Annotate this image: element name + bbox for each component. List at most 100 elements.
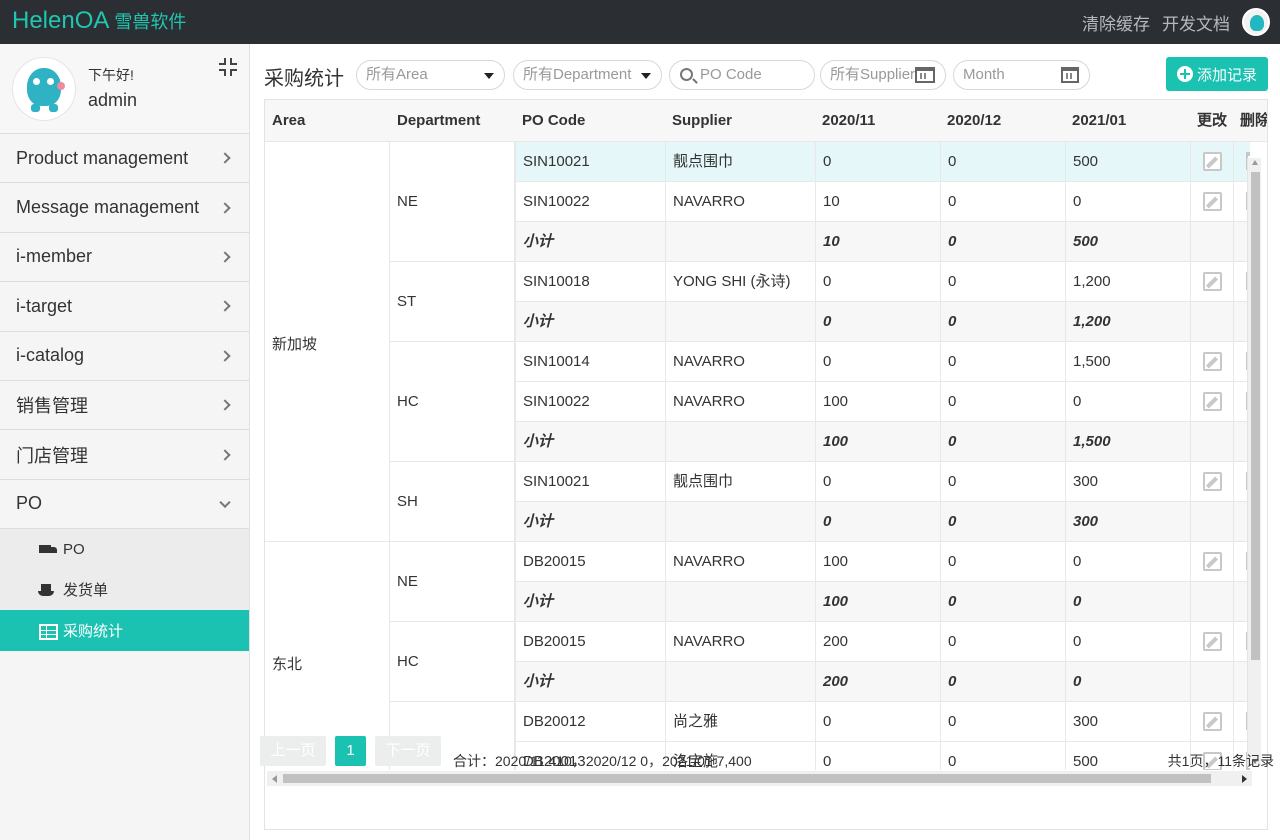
month-value-cell: 100 xyxy=(815,382,940,422)
po-code-cell: DB20012 xyxy=(515,702,665,742)
sidebar-item[interactable]: 销售管理 xyxy=(0,380,249,431)
po-code-input[interactable]: PO Code xyxy=(669,60,815,90)
edit-icon[interactable] xyxy=(1203,352,1222,371)
submenu-item[interactable]: 采购统计 xyxy=(0,610,249,651)
supplier-cell: 靓点围巾 xyxy=(665,462,815,502)
sidebar-item[interactable]: i-target xyxy=(0,282,249,332)
table-row[interactable]: SIN10018 YONG SHI (永诗) 0 0 1,200 xyxy=(515,262,1250,302)
month-value-cell: 0 xyxy=(940,382,1065,422)
chevron-right-icon xyxy=(219,448,231,461)
subtotal-row[interactable]: 小计 0 0 1,200 xyxy=(515,302,1250,342)
add-record-button[interactable]: 添加记录 xyxy=(1166,57,1268,91)
edit-cell xyxy=(1190,142,1233,182)
top-bar: HelenOA 雪兽软件 清除缓存 开发文档 xyxy=(0,0,1280,44)
table-row[interactable]: SIN10022 NAVARRO 100 0 0 xyxy=(515,382,1250,422)
sidebar: 下午好! admin Product management Message man… xyxy=(0,44,250,840)
edit-icon[interactable] xyxy=(1203,392,1222,411)
horizontal-scrollbar[interactable] xyxy=(267,771,1252,786)
edit-icon[interactable] xyxy=(1203,272,1222,291)
subtotal-row[interactable]: 小计 100 0 0 xyxy=(515,582,1250,622)
month-value-cell: 0 xyxy=(815,742,940,770)
user-avatar[interactable] xyxy=(12,57,76,121)
scroll-left-icon[interactable] xyxy=(272,775,277,783)
dev-docs-link[interactable]: 开发文档 xyxy=(1162,10,1230,35)
column-header[interactable]: Department xyxy=(390,100,480,142)
area-select[interactable]: 所有Area xyxy=(356,60,505,90)
vertical-scrollbar[interactable] xyxy=(1247,158,1261,766)
sidebar-item[interactable]: 门店管理 xyxy=(0,430,249,480)
department-cell: ST xyxy=(390,262,515,342)
supplier-cell xyxy=(665,222,815,262)
month-value-cell: 0 xyxy=(1065,582,1190,622)
month-value-cell: 200 xyxy=(815,662,940,702)
subtotal-row[interactable]: 小计 100 0 1,500 xyxy=(515,422,1250,462)
avatar[interactable] xyxy=(1242,8,1270,36)
month-value-cell: 100 xyxy=(815,422,940,462)
sidebar-item-label: i-target xyxy=(16,295,73,316)
table-row[interactable]: DB20012 尚之雅 0 0 300 xyxy=(515,702,1250,742)
area-label: 东北 xyxy=(272,656,303,673)
edit-icon[interactable] xyxy=(1203,712,1222,731)
edit-cell xyxy=(1190,622,1233,662)
department-label: NE xyxy=(397,193,418,210)
scroll-up-icon[interactable] xyxy=(1252,160,1258,165)
column-header[interactable]: 2020/12 xyxy=(940,100,1001,142)
subtotal-row[interactable]: 小计 0 0 300 xyxy=(515,502,1250,542)
current-page-button[interactable]: 1 xyxy=(335,736,366,766)
month-input[interactable]: Month xyxy=(953,60,1090,90)
column-header[interactable]: 2020/11 xyxy=(815,100,875,142)
submenu-item[interactable]: PO xyxy=(0,529,249,570)
column-header[interactable]: Supplier xyxy=(665,100,732,142)
sidebar-item[interactable]: Message management xyxy=(0,183,249,233)
table-body: 新加坡东北NESTHCSHNEHCERSIN10021靓点围巾00500SIN1… xyxy=(265,142,1250,770)
supplier-cell xyxy=(665,422,815,462)
edit-icon[interactable] xyxy=(1203,192,1222,211)
table-row[interactable]: DB20015 NAVARRO 100 0 0 xyxy=(515,542,1250,582)
scroll-thumb[interactable] xyxy=(283,774,1211,783)
scroll-right-icon[interactable] xyxy=(1242,775,1247,783)
brand-subtitle: 雪兽软件 xyxy=(114,12,187,32)
scroll-thumb[interactable] xyxy=(1251,172,1260,660)
column-header[interactable]: Area xyxy=(265,100,305,142)
brand-logo[interactable]: HelenOA 雪兽软件 xyxy=(12,7,186,35)
month-value-cell: 1,200 xyxy=(1065,302,1190,342)
table-row[interactable]: DB20015 NAVARRO 200 0 0 xyxy=(515,622,1250,662)
supplier-input[interactable]: 所有Supplier xyxy=(820,60,946,90)
submenu-item[interactable]: 发货单 xyxy=(0,570,249,611)
table-row[interactable]: SIN10021 靓点围巾 0 0 500 xyxy=(515,142,1250,182)
sidebar-item[interactable]: i-catalog xyxy=(0,331,249,381)
table-row[interactable]: SIN10021 靓点围巾 0 0 300 xyxy=(515,462,1250,502)
month-value-cell: 0 xyxy=(940,422,1065,462)
subtotal-row[interactable]: 小计 10 0 500 xyxy=(515,222,1250,262)
edit-icon[interactable] xyxy=(1203,552,1222,571)
month-value-cell: 0 xyxy=(815,702,940,742)
month-value-cell: 500 xyxy=(1065,142,1190,182)
clear-cache-link[interactable]: 清除缓存 xyxy=(1082,10,1150,35)
subtotal-row[interactable]: 小计 200 0 0 xyxy=(515,662,1250,702)
edit-cell xyxy=(1190,662,1233,702)
column-header[interactable]: 2021/01 xyxy=(1065,100,1126,142)
edit-icon[interactable] xyxy=(1203,152,1222,171)
department-cell: HC xyxy=(390,342,515,462)
prev-page-button[interactable]: 上一页 xyxy=(260,736,326,766)
collapse-sidebar-icon[interactable] xyxy=(219,58,237,76)
month-value-cell: 300 xyxy=(1065,502,1190,542)
edit-icon[interactable] xyxy=(1203,472,1222,491)
submenu-item-label: PO xyxy=(63,540,85,558)
sidebar-item[interactable]: i-member xyxy=(0,232,249,283)
table-row[interactable]: SIN10022 NAVARRO 10 0 0 xyxy=(515,182,1250,222)
next-page-button[interactable]: 下一页 xyxy=(375,736,441,766)
chevron-right-icon xyxy=(219,152,231,164)
purchase-stats-table: Area Department PO Code Supplier 2020/11 2020… xyxy=(264,99,1268,830)
sidebar-item[interactable]: PO xyxy=(0,479,249,530)
chevron-right-icon xyxy=(219,201,231,214)
edit-icon[interactable] xyxy=(1203,632,1222,651)
department-select[interactable]: 所有Department xyxy=(513,60,662,90)
column-header[interactable]: 更改 xyxy=(1190,100,1227,142)
column-header[interactable]: PO Code xyxy=(515,100,585,142)
po-code-cell: DB20015 xyxy=(515,542,665,582)
table-row[interactable]: SIN10014 NAVARRO 0 0 1,500 xyxy=(515,342,1250,382)
sidebar-item[interactable]: Product management xyxy=(0,134,249,184)
month-value-cell: 0 xyxy=(940,142,1065,182)
column-header[interactable]: 删除 xyxy=(1233,100,1267,142)
